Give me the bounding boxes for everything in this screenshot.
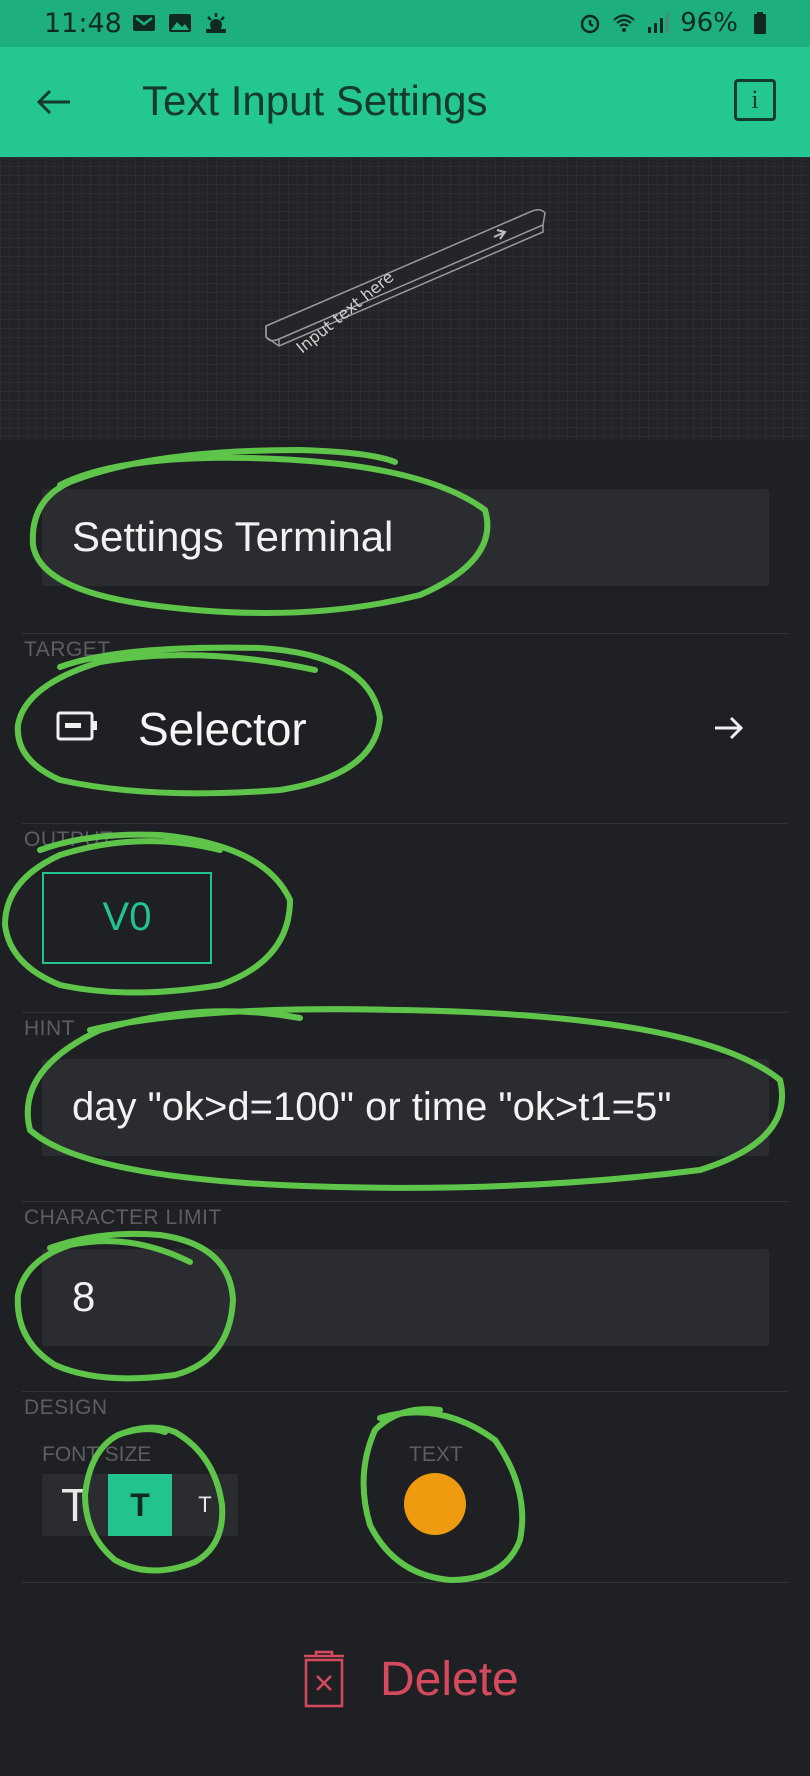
character-limit-label: CHARACTER LIMIT [24,1206,222,1229]
image-icon [169,14,191,32]
status-bar: 11:48 96% [0,0,810,47]
back-arrow-icon[interactable] [30,77,80,127]
battery-icon [754,12,766,34]
design-label: DESIGN [24,1396,108,1419]
status-time: 11:48 [44,8,122,39]
divider [22,633,787,634]
widget-name-value: Settings Terminal [72,513,394,560]
output-label: OUTPUT [24,828,114,851]
text-color-picker[interactable] [404,1473,466,1535]
divider [22,823,787,824]
divider [22,1582,787,1583]
font-size-selector: T T T [42,1474,238,1536]
page-title: Text Input Settings [142,77,488,124]
system-icons: 96% [578,8,772,38]
character-limit-value: 8 [72,1273,96,1320]
target-value: Selector [138,703,307,755]
target-selector-row[interactable]: Selector [42,680,769,776]
divider [22,1391,787,1392]
trash-icon [304,1650,344,1708]
text-input-widget-illustration: Input text here [265,209,546,357]
gmail-icon [133,15,155,31]
delete-label: Delete [380,1653,519,1706]
wifi-icon [613,14,635,32]
hint-label: HINT [24,1017,75,1040]
app-bar: Text Input Settings i [0,47,810,157]
font-size-small-button[interactable]: T [172,1474,238,1536]
character-limit-field[interactable]: 8 [42,1249,769,1346]
divider [22,1012,787,1013]
font-size-large-button[interactable]: T [42,1474,108,1536]
delete-button[interactable]: Delete [300,1650,540,1710]
arrow-right-icon [715,716,744,740]
device-selector-icon [56,711,97,741]
widget-name-field[interactable]: Settings Terminal [42,489,769,586]
widget-preview: Input text here [0,157,810,440]
font-size-label: FONT SIZE [42,1443,152,1466]
info-icon[interactable]: i [734,79,776,121]
hint-value: day "ok>d=100" or time "ok>t1=5" [72,1085,672,1129]
output-pin-button[interactable]: V0 [42,872,212,964]
text-color-label: TEXT [409,1443,463,1466]
divider [22,1201,787,1202]
notification-icons [132,11,228,35]
battery-percent: 96% [680,8,738,38]
signal-icon [648,13,670,33]
target-label: TARGET [24,638,111,661]
hint-field[interactable]: day "ok>d=100" or time "ok>t1=5" [42,1059,769,1156]
font-size-medium-button[interactable]: T [108,1474,172,1536]
weather-icon [206,13,226,33]
alarm-icon [580,14,600,34]
